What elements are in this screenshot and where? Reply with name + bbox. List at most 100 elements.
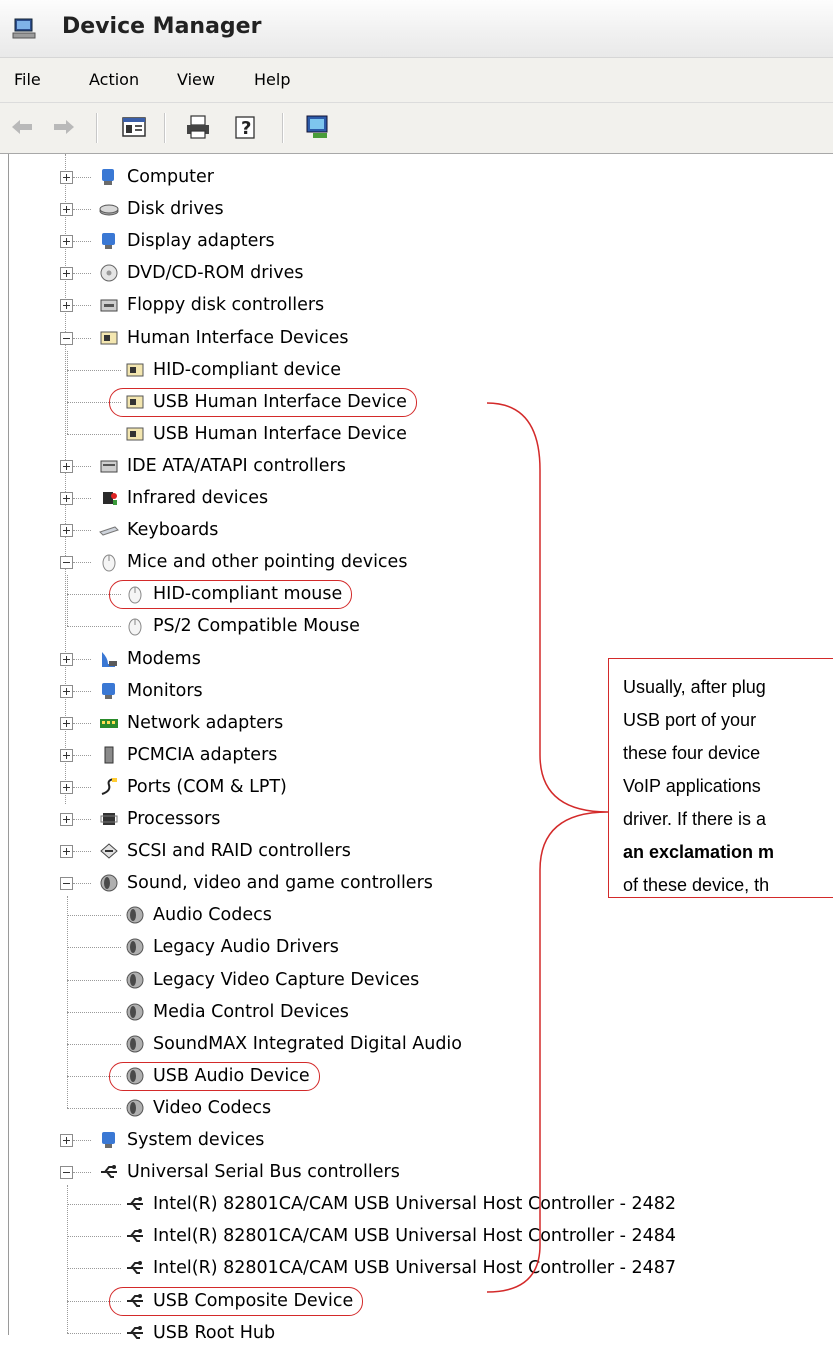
- tree-connector: [67, 575, 68, 627]
- print-icon[interactable]: [184, 113, 212, 141]
- menu-help[interactable]: Help: [254, 70, 290, 89]
- expand-toggle[interactable]: [60, 845, 73, 859]
- sound-icon: [126, 1099, 144, 1117]
- toolbar-separator: [96, 113, 98, 143]
- title-bar: Device Manager: [0, 0, 833, 58]
- callout-line: Usually, after plug: [623, 677, 766, 697]
- callout-line: of these device, th: [623, 875, 770, 895]
- callout-line: driver. If there is a: [623, 809, 767, 829]
- floppy-controller-icon: [100, 299, 118, 312]
- system-device-icon: [102, 1132, 115, 1148]
- help-icon[interactable]: ?: [232, 113, 260, 141]
- tree-connector: [67, 433, 121, 435]
- back-icon[interactable]: [8, 113, 36, 141]
- properties-icon[interactable]: [120, 113, 148, 141]
- tree-connector: [67, 896, 68, 1108]
- tree-device-label: Media Control Devices: [153, 1001, 349, 1022]
- mouse-icon: [128, 618, 142, 636]
- callout-note: Usually, after plug USB port of your these…: [608, 658, 833, 898]
- tree-connector: [67, 979, 121, 981]
- tree-device-label: USB Human Interface Device: [153, 423, 407, 444]
- tree-device-label: USB Root Hub: [153, 1322, 276, 1343]
- tree-connector: [73, 722, 91, 724]
- hid-icon: [100, 331, 118, 344]
- tree-category-label: Mice and other pointing devices: [127, 552, 408, 573]
- tree-connector: [67, 1107, 121, 1109]
- tree-connector: [67, 1011, 121, 1013]
- tree-device-label: SoundMAX Integrated Digital Audio: [153, 1033, 462, 1054]
- monitor-icon: [102, 682, 115, 699]
- collapse-toggle[interactable]: [60, 1166, 73, 1180]
- expand-toggle[interactable]: [60, 171, 73, 184]
- expand-toggle[interactable]: [60, 1134, 73, 1147]
- tree-category-label: Display adapters: [127, 231, 275, 252]
- tree-category-label: Modems: [127, 648, 201, 669]
- expand-toggle[interactable]: [60, 780, 73, 794]
- sound-icon: [126, 906, 144, 924]
- keyboard-icon: [99, 526, 119, 536]
- svg-text:?: ?: [241, 118, 251, 139]
- tree-connector: [73, 690, 91, 692]
- tree-connector: [65, 154, 66, 804]
- tree-category-label: Keyboards: [127, 520, 219, 541]
- usb-icon: [127, 1197, 143, 1211]
- expand-toggle[interactable]: [60, 299, 73, 313]
- expand-toggle[interactable]: [60, 267, 73, 281]
- tree-category-label: Processors: [127, 809, 221, 829]
- tree-category-label: Floppy disk controllers: [127, 295, 325, 316]
- tree-connector: [67, 1332, 121, 1334]
- expand-toggle[interactable]: [60, 459, 73, 473]
- port-icon: [101, 777, 117, 795]
- forward-icon[interactable]: [50, 113, 78, 141]
- collapse-toggle[interactable]: [60, 331, 73, 345]
- expand-toggle[interactable]: [60, 813, 73, 826]
- expand-toggle[interactable]: [60, 203, 73, 217]
- callout-line: an exclamation m: [623, 842, 775, 862]
- dvd-drive-icon: [100, 264, 118, 282]
- tree-connector: [73, 786, 91, 788]
- tree-device-label: Video Codecs: [153, 1097, 272, 1118]
- tree-device-label: Intel(R) 82801CA/CAM USB Universal Host …: [153, 1194, 677, 1215]
- expand-toggle[interactable]: [60, 748, 73, 762]
- highlight-ellipse: [109, 580, 352, 610]
- expand-toggle[interactable]: [60, 684, 73, 698]
- highlight-ellipse: [109, 1061, 320, 1091]
- tree-category-label: PCMCIA adapters: [127, 744, 278, 765]
- usb-icon: [127, 1261, 143, 1275]
- expand-toggle[interactable]: [60, 716, 73, 730]
- window-title: Device Manager: [62, 14, 262, 39]
- tree-category-label: SCSI and RAID controllers: [127, 841, 351, 862]
- hid-icon: [126, 427, 144, 441]
- tree-connector: [67, 369, 121, 371]
- tree-connector: [67, 1268, 121, 1270]
- usb-icon: [101, 1165, 117, 1179]
- expand-toggle[interactable]: [60, 524, 73, 538]
- collapse-toggle[interactable]: [60, 556, 73, 570]
- menu-action[interactable]: Action: [89, 70, 139, 89]
- menu-file[interactable]: File: [14, 70, 41, 89]
- tree-connector: [73, 465, 91, 467]
- callout-line: these four device: [623, 743, 761, 763]
- toolbar-separator: [282, 113, 284, 143]
- expand-toggle[interactable]: [60, 492, 73, 505]
- tree-category-label: Network adapters: [127, 712, 284, 733]
- tree-connector: [73, 337, 91, 339]
- tree-device-label: Legacy Video Capture Devices: [153, 969, 420, 990]
- menu-view[interactable]: View: [177, 70, 215, 89]
- tree-connector: [73, 562, 91, 564]
- tree-category-label: Universal Serial Bus controllers: [127, 1162, 400, 1183]
- expand-toggle[interactable]: [60, 235, 73, 249]
- tree-connector: [67, 915, 121, 917]
- sound-icon: [126, 971, 144, 988]
- disk-drive-icon: [99, 204, 119, 216]
- tree-connector: [73, 1172, 91, 1174]
- sound-icon: [100, 874, 118, 892]
- usb-icon: [127, 1229, 143, 1243]
- scan-hardware-icon[interactable]: [304, 113, 332, 141]
- menu-bar: File Action View Help: [0, 58, 833, 103]
- tree-category-label: System devices: [127, 1130, 265, 1150]
- collapse-toggle[interactable]: [60, 877, 73, 891]
- display-adapter-icon: [102, 233, 115, 250]
- expand-toggle[interactable]: [60, 652, 73, 666]
- hid-icon: [126, 363, 144, 377]
